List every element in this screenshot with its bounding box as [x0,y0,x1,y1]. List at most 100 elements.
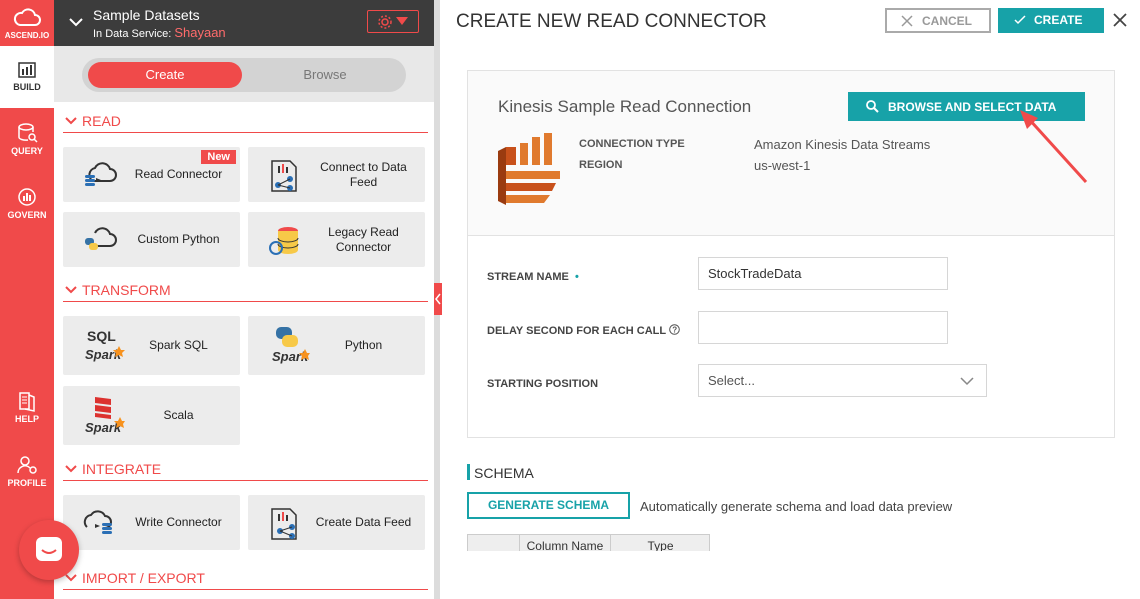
select-placeholder: Select... [708,373,755,388]
govern-icon [18,188,36,206]
section-read[interactable]: READ [63,111,428,133]
section-transform[interactable]: TRANSFORM [63,280,428,302]
caret-down-icon [396,17,408,25]
card-spark-sql[interactable]: SQL Spark Spark SQL [63,316,240,375]
card-label: Scala [163,408,194,422]
nav-help[interactable]: HELP [0,378,54,440]
close-icon [901,15,913,27]
create-button[interactable]: CREATE [998,8,1104,33]
stream-name-label: STREAM NAME • [487,271,579,283]
ascend-logo[interactable]: ASCEND.IO [0,0,54,46]
delay-label-text: DELAY SECOND FOR EACH CALL [487,325,666,337]
chevron-down-icon[interactable] [68,14,84,30]
stream-name-label-text: STREAM NAME [487,271,569,283]
chat-icon [36,537,62,561]
nav-build[interactable]: BUILD [0,46,54,108]
chat-launcher-button[interactable] [19,520,79,580]
python-icon: Spark [272,327,310,364]
tab-browse[interactable]: Browse [250,62,400,88]
section-transform-label: TRANSFORM [82,282,171,298]
chevron-down-icon [65,117,77,125]
scala-spark-icon: Spark [85,397,125,435]
chevron-down-icon [960,377,974,386]
section-integrate[interactable]: INTEGRATE [63,459,428,481]
profile-icon [17,456,37,474]
panel-header: Sample Datasets In Data Service: Shayaan [54,0,434,46]
dataflow-title: Sample Datasets [93,7,200,23]
page-title: CREATE NEW READ CONNECTOR [456,11,767,32]
check-icon [1014,15,1026,25]
card-connect-data-feed[interactable]: Connect to Data Feed [248,147,425,202]
collapse-panel-tab[interactable] [434,283,442,315]
card-label: Spark SQL [149,338,208,352]
card-legacy-read-connector[interactable]: Legacy Read Connector [248,212,425,267]
card-create-data-feed[interactable]: Create Data Feed [248,495,425,550]
svg-text:SQL: SQL [87,328,116,344]
stream-name-input[interactable]: StockTradeData [698,257,948,290]
schema-table-header: Column Name Type [467,534,710,553]
card-custom-python[interactable]: Custom Python [63,212,240,267]
new-badge: New [201,150,236,164]
region-label: REGION [579,159,623,171]
delay-seconds-input[interactable] [698,311,948,344]
create-browse-bar: Create Browse [54,46,434,102]
create-label: CREATE [1034,13,1083,27]
chevron-left-icon [435,293,441,305]
logo-label: ASCEND.IO [4,31,50,40]
card-label: Create Data Feed [315,515,412,529]
card-python[interactable]: Spark Python [248,316,425,375]
connection-type-value: Amazon Kinesis Data Streams [754,137,931,152]
section-integrate-label: INTEGRATE [82,461,162,477]
card-label: Python [344,338,383,352]
help-circle-icon[interactable]: ? [669,324,680,335]
generate-schema-description: Automatically generate schema and load d… [640,499,953,514]
card-read-connector[interactable]: Read Connector New [63,147,240,202]
help-icon [19,392,35,412]
create-browse-toggle: Create Browse [82,58,406,92]
tab-create[interactable]: Create [88,62,242,88]
data-feed-icon [271,160,297,192]
content-fold [440,551,1140,599]
nav-help-label: HELP [14,414,39,424]
write-connector-icon [83,510,112,534]
column-header-type[interactable]: Type [610,535,710,553]
nav-govern[interactable]: GOVERN [0,174,54,236]
column-header-name[interactable]: Column Name [519,535,610,553]
nav-govern-label: GOVERN [7,210,47,220]
nav-query[interactable]: QUERY [0,110,54,172]
data-service-name[interactable]: Shayaan [174,25,225,40]
schema-accent-bar [467,464,470,480]
connection-name: Kinesis Sample Read Connection [498,97,752,116]
connection-type-label: CONNECTION TYPE [579,138,685,150]
section-import-export[interactable]: IMPORT / EXPORT [63,568,428,590]
nav-query-label: QUERY [11,146,43,156]
schema-title: SCHEMA [474,465,534,481]
card-scala[interactable]: Spark Scala [63,386,240,445]
card-write-connector[interactable]: Write Connector [63,495,240,550]
nav-build-label: BUILD [13,82,41,92]
kinesis-logo-icon [498,133,560,205]
settings-dropdown-button[interactable] [367,10,419,33]
gear-icon [378,15,392,29]
starting-position-label: STARTING POSITION [487,378,599,390]
nav-profile[interactable]: PROFILE [0,442,54,504]
generate-schema-button[interactable]: GENERATE SCHEMA [467,492,630,519]
left-nav-rail: ASCEND.IO BUILD QUERY GOVERN HELP PROFIL… [0,0,54,599]
delay-label: DELAY SECOND FOR EACH CALL ? [487,324,680,337]
close-dialog-icon[interactable] [1112,12,1128,28]
cancel-label: CANCEL [922,14,972,28]
card-label: Connect to Data Feed [320,159,407,189]
cancel-button[interactable]: CANCEL [885,8,991,33]
starting-position-select[interactable]: Select... [698,364,987,397]
section-read-label: READ [82,113,121,129]
query-icon [18,123,38,143]
nav-profile-label: PROFILE [7,478,47,488]
read-connector-icon [85,162,117,186]
build-icon [18,62,36,78]
cloud-logo-icon [13,8,41,26]
data-service-line: In Data Service: Shayaan [93,25,226,40]
builder-panel: Sample Datasets In Data Service: Shayaan… [54,0,434,599]
legacy-database-icon [269,227,299,255]
card-label: Custom Python [137,232,220,246]
pointer-arrow-annotation [1020,110,1088,184]
